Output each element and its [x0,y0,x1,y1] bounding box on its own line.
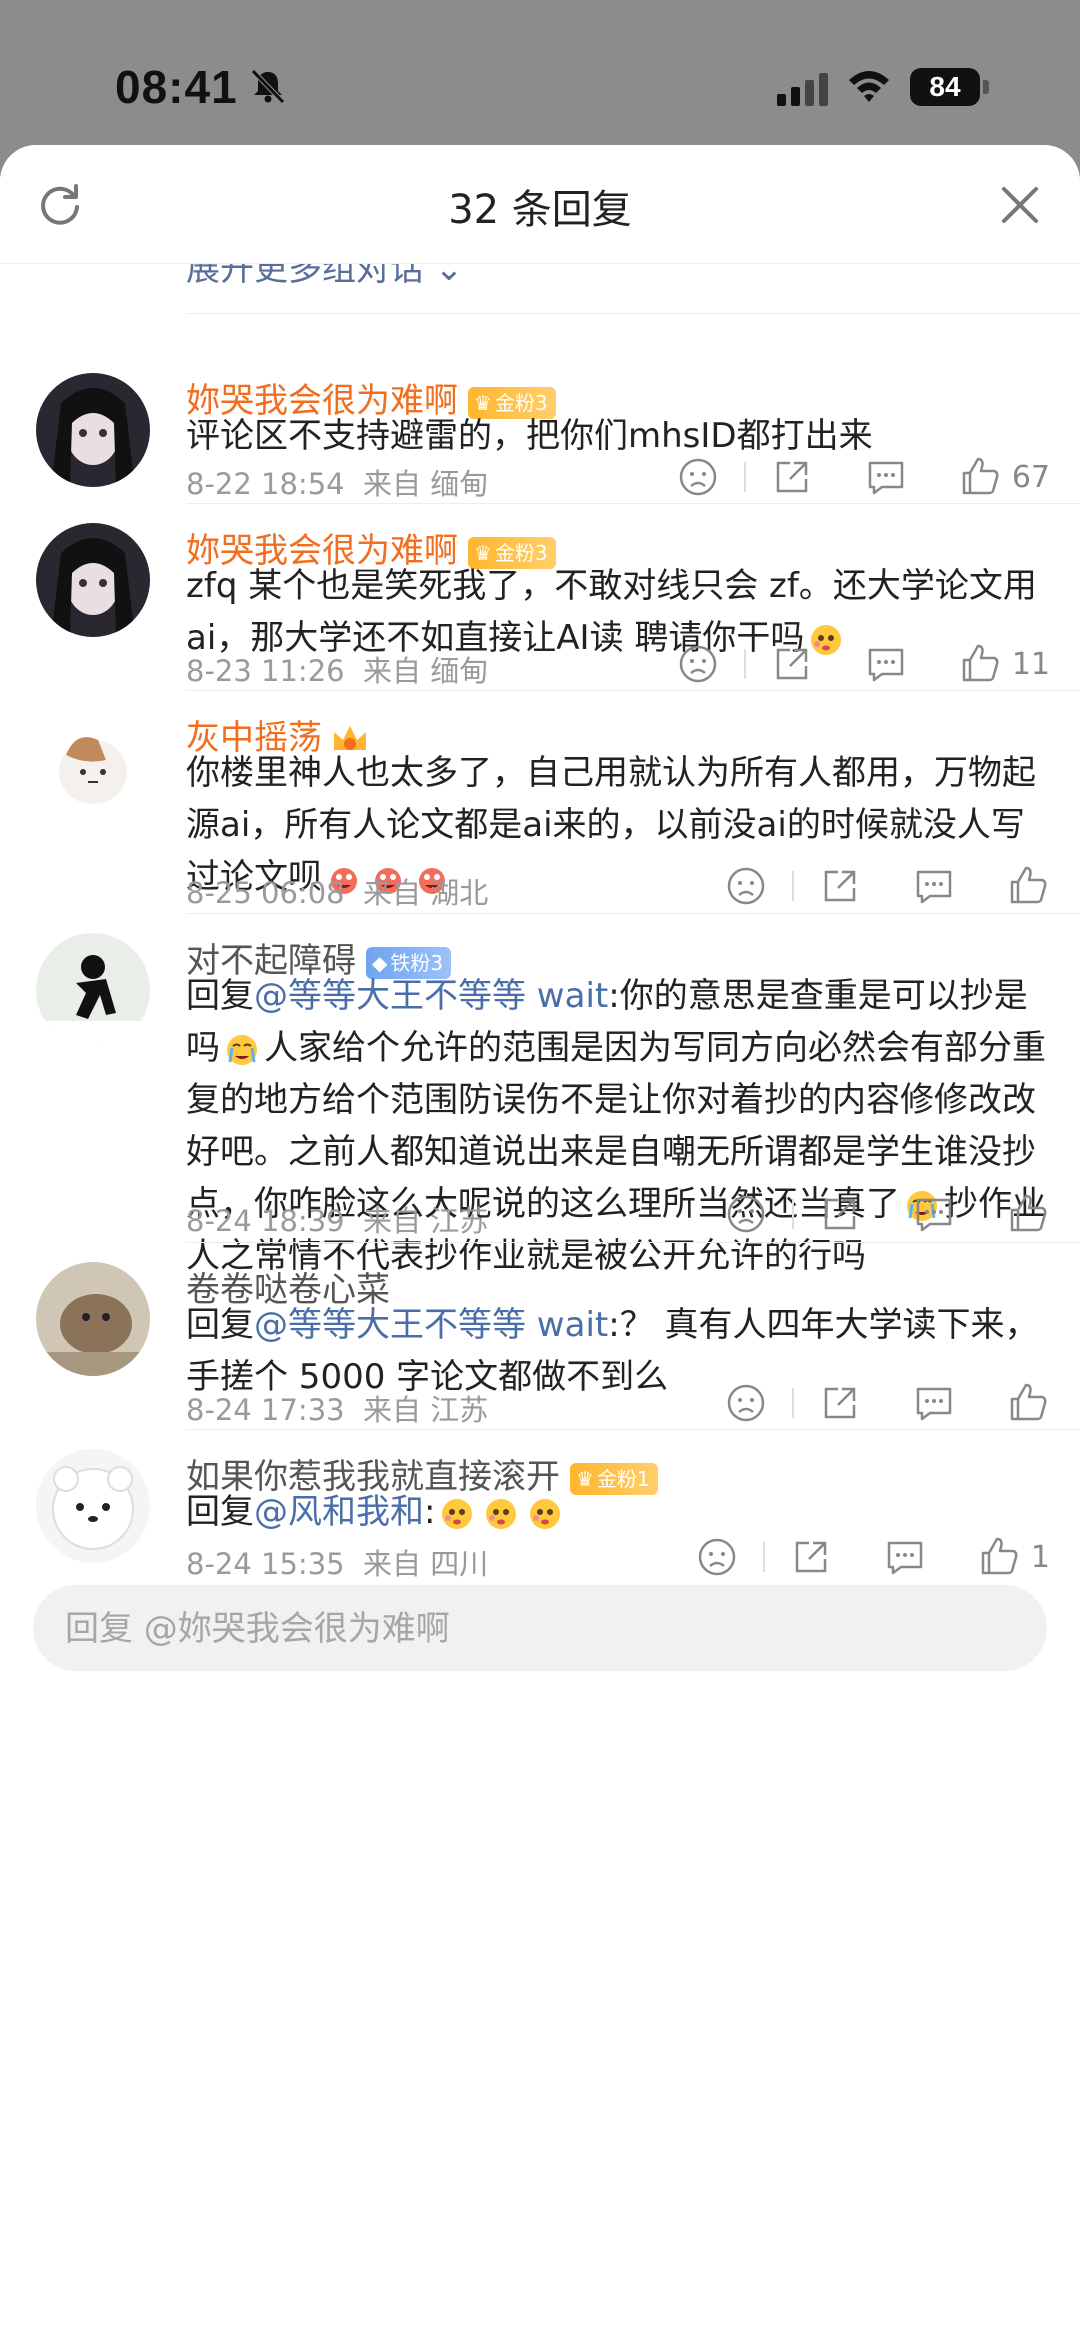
comment-date: 8-24 18:39 [186,1204,345,1238]
avatar[interactable] [36,710,150,824]
comment-actions: 67 [676,455,1050,499]
separator [792,871,794,901]
comment-meta: 8-24 15:35 来自 四川 [186,1541,488,1583]
pleading-emoji-icon [442,1498,473,1529]
comment-date: 8-22 18:54 [186,467,345,501]
divider [186,913,1080,914]
divider [186,313,1080,314]
cellular-signal-icon [777,73,828,106]
dislike-face-icon[interactable] [676,642,720,686]
comment-meta: 8-25 06:08 来自 湖北 [186,870,488,912]
reply-prefix: 回复 [186,976,254,1016]
dislike-face-icon[interactable] [724,1381,768,1425]
comment-meta: 8-24 18:39 来自 江苏 [186,1198,488,1240]
avatar[interactable] [36,523,150,637]
comment-location: 来自 江苏 [363,1204,489,1238]
share-icon[interactable] [818,1192,862,1236]
reply-bar [33,1585,1047,1673]
divider [186,1429,1080,1430]
comment-date: 8-25 06:08 [186,876,345,910]
share-icon[interactable] [789,1535,833,1579]
reply-input[interactable] [63,1585,1017,1673]
comment-location: 来自 缅甸 [363,654,489,688]
share-icon[interactable] [770,642,814,686]
replies-sheet: 32 条回复 展开更多组对话 ⌄ 妳哭我会很为难啊 ♛ 金粉3 评论区不支持避雷的，… [0,145,1080,2348]
divider [186,1242,1080,1243]
divider [186,503,1080,504]
comment-actions: 11 [676,642,1050,686]
comment-bubble-icon[interactable] [912,1192,956,1236]
wifi-icon [849,71,889,102]
comment-meta: 8-23 11:26 来自 缅甸 [186,648,488,690]
comment-text: 回复@风和我和: [186,1486,1046,1538]
like-count: 1 [1030,1539,1050,1575]
comment-date: 8-23 11:26 [186,654,345,688]
comment-bubble-icon[interactable] [864,642,908,686]
comment-location: 来自 四川 [363,1547,489,1581]
pleading-emoji-icon [530,1498,561,1529]
like-count: 67 [1011,459,1050,495]
share-icon[interactable] [818,1381,862,1425]
separator [762,1542,765,1572]
dislike-face-icon[interactable] [676,455,720,499]
separator [792,1388,794,1418]
like-thumb-icon[interactable] [977,1535,1021,1579]
like-thumb-icon[interactable] [958,455,1002,499]
divider [186,690,1080,691]
mention-link[interactable]: @等等大王不等等 wait [254,976,608,1016]
avatar[interactable] [36,1449,150,1563]
mention-link[interactable]: @等等大王不等等 wait [254,1305,608,1345]
close-icon[interactable] [998,183,1042,227]
like-count: 11 [1011,646,1050,682]
avatar[interactable] [36,373,150,487]
comment-bubble-icon[interactable] [912,864,956,908]
battery-nub [983,80,989,94]
comment-meta: 8-22 18:54 来自 缅甸 [186,461,488,503]
comment-meta: 8-24 17:33 来自 江苏 [186,1387,488,1429]
like-thumb-icon[interactable] [1006,864,1050,908]
comment-actions [724,1381,1050,1425]
reply-prefix: 回复 [186,1492,254,1532]
reply-prefix: 回复 [186,1305,254,1345]
comment-text-body: : [424,1492,436,1532]
comment-actions [724,1192,1050,1236]
mention-link[interactable]: @风和我和 [254,1492,424,1532]
comment-date: 8-24 17:33 [186,1393,345,1427]
status-bar: 08:41 84 [0,0,1080,140]
sheet-header: 32 条回复 [0,145,1080,264]
bell-muted-icon [251,69,285,104]
avatar[interactable] [36,933,150,1047]
like-thumb-icon[interactable] [1006,1381,1050,1425]
dislike-face-icon[interactable] [724,1192,768,1236]
separator [743,462,746,492]
comment-bubble-icon[interactable] [864,455,908,499]
share-icon[interactable] [770,455,814,499]
separator [792,1199,794,1229]
comment-actions [724,864,1050,908]
like-thumb-icon[interactable] [1006,1192,1050,1236]
like-thumb-icon[interactable] [958,642,1002,686]
comment-bubble-icon[interactable] [912,1381,956,1425]
comment-location: 来自 缅甸 [363,467,489,501]
comment-date: 8-24 15:35 [186,1547,345,1581]
comment-location: 来自 江苏 [363,1393,489,1427]
comment-actions: 1 [695,1535,1050,1579]
sheet-title: 32 条回复 [448,187,632,233]
pleading-emoji-icon [486,1498,517,1529]
status-time: 08:41 [115,61,238,113]
crying-emoji-icon [227,1034,257,1065]
share-icon[interactable] [818,864,862,908]
comment-location: 来自 湖北 [363,876,489,910]
dislike-face-icon[interactable] [695,1535,739,1579]
separator [743,649,746,679]
dislike-face-icon[interactable] [724,864,768,908]
comment-bubble-icon[interactable] [883,1535,927,1579]
avatar[interactable] [36,1262,150,1376]
battery-level: 84 [910,68,980,106]
